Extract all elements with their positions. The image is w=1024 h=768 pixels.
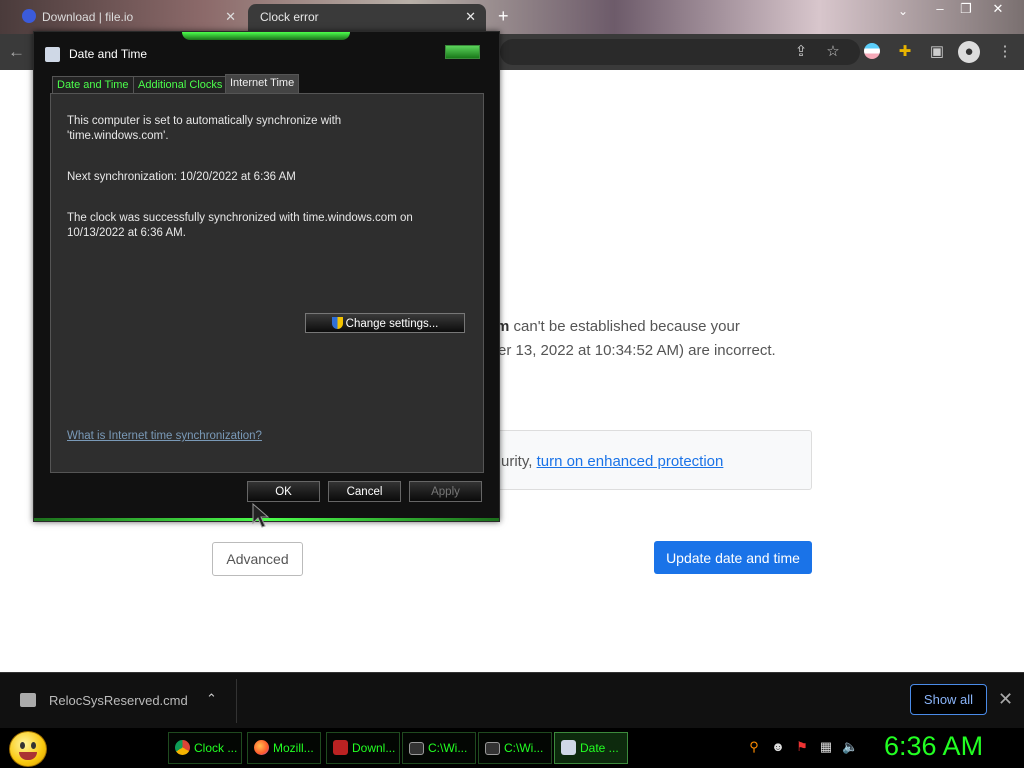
status-line-1: The clock was successfully synchronized … (67, 212, 413, 224)
taskbar-item-firefox[interactable]: Mozill... (247, 732, 321, 764)
ok-button[interactable]: OK (247, 481, 320, 502)
tab-clock-error[interactable]: Clock error ✕ (248, 4, 486, 34)
datetime-icon (45, 47, 60, 62)
show-all-button[interactable]: Show all (910, 684, 987, 715)
internet-time-panel: This computer is set to automatically sy… (50, 93, 484, 473)
taskbar: Clock ... Mozill... Downl... C:\Wi... C:… (0, 728, 1024, 768)
tab-label: Download | file.io (42, 10, 134, 24)
change-settings-button[interactable]: Change settings... (305, 313, 465, 333)
volume-icon[interactable]: 🔈 (842, 739, 858, 755)
change-settings-label: Change settings... (345, 317, 439, 330)
sync-status-text: The clock was successfully synchronized … (67, 211, 413, 241)
next-sync-text: Next synchronization: 10/20/2022 at 6:36… (67, 171, 296, 183)
puzzle-extensions-icon[interactable]: ✚ (896, 43, 914, 61)
taskbar-label: C:\Wi... (504, 741, 544, 755)
taskbar-item-date-time[interactable]: Date ... (554, 732, 628, 764)
chat-icon[interactable]: ☻ (770, 739, 786, 755)
taskbar-clock[interactable]: 6:36 AM (884, 731, 983, 762)
error-text-line-1: m can't be established because your (496, 318, 740, 335)
close-icon[interactable]: ✕ (998, 689, 1013, 710)
taskbar-item-cmd-2[interactable]: C:\Wi... (478, 732, 552, 764)
sidepanel-icon[interactable]: ▣ (928, 43, 946, 61)
tab-search-chevron-icon[interactable]: ⌄ (898, 4, 908, 18)
enhanced-protection-text: urity, turn on enhanced protection (501, 453, 723, 470)
tab-label: Clock error (260, 10, 319, 24)
advanced-button[interactable]: Advanced (212, 542, 303, 576)
chevron-up-icon[interactable]: ⌃ (206, 691, 217, 707)
tab-date-and-time[interactable]: Date and Time (52, 76, 134, 94)
update-date-time-button[interactable]: Update date and time (654, 541, 812, 574)
enhanced-protection-box: urity, turn on enhanced protection (470, 430, 812, 490)
error-text-line-2: er 13, 2022 at 10:34:52 AM) are incorrec… (498, 342, 776, 359)
mouse-cursor-icon (252, 503, 270, 528)
date-time-dialog: Date and Time Date and Time Additional C… (33, 31, 500, 522)
taskbar-label: Date ... (580, 741, 619, 755)
download-bar: RelocSysReserved.cmd ⌃ Show all ✕ (0, 672, 1024, 729)
divider (236, 679, 237, 723)
profile-avatar-icon[interactable]: ● (958, 41, 980, 63)
cmd-icon (409, 742, 424, 755)
uac-shield-icon (331, 316, 343, 329)
status-line-2: 10/13/2022 at 6:36 AM. (67, 227, 186, 239)
start-smiley-icon[interactable] (9, 731, 47, 767)
network-icon[interactable]: ▦ (818, 739, 834, 755)
title-glow-decoration (182, 32, 350, 40)
taskbar-item-download[interactable]: Downl... (326, 732, 400, 764)
sync-setting-text: This computer is set to automatically sy… (67, 114, 341, 144)
tab-download-fileio[interactable]: Download | file.io ✕ (10, 4, 246, 34)
sync-line-1: This computer is set to automatically sy… (67, 115, 342, 127)
enhanced-protection-link[interactable]: turn on enhanced protection (537, 453, 724, 470)
download-file-name[interactable]: RelocSysReserved.cmd (49, 693, 188, 708)
cmd-icon (485, 742, 500, 755)
restore-icon[interactable]: ❐ (952, 0, 980, 18)
back-arrow-icon[interactable]: ← (8, 42, 25, 62)
action-center-flag-icon[interactable]: ⚑ (794, 739, 810, 755)
download-icon (333, 740, 348, 755)
search-icon[interactable]: ⚲ (746, 739, 762, 755)
taskbar-label: C:\Wi... (428, 741, 468, 755)
dialog-title: Date and Time (69, 47, 148, 61)
chrome-icon (175, 740, 190, 755)
firefox-icon (254, 740, 269, 755)
fileio-favicon-icon (22, 9, 36, 23)
sync-line-2: 'time.windows.com'. (67, 130, 169, 142)
taskbar-label: Downl... (352, 741, 396, 755)
extension-flag-icon[interactable] (864, 43, 882, 61)
new-tab-button[interactable]: + (498, 6, 509, 27)
taskbar-item-cmd-1[interactable]: C:\Wi... (402, 732, 476, 764)
cmd-file-icon (20, 693, 36, 707)
enhanced-prefix: urity, (501, 453, 537, 470)
share-icon[interactable]: ⇪ (792, 43, 810, 61)
datetime-icon (561, 740, 576, 755)
tab-additional-clocks[interactable]: Additional Clocks (133, 76, 228, 94)
taskbar-label: Clock ... (194, 741, 238, 755)
error-text-rest: can't be established because your (509, 318, 740, 335)
apply-button[interactable]: Apply (409, 481, 482, 502)
tab-internet-time[interactable]: Internet Time (225, 74, 300, 94)
taskbar-label: Mozill... (273, 741, 314, 755)
menu-kebab-icon[interactable]: ⋮ (996, 43, 1014, 61)
close-tab-icon[interactable]: ✕ (225, 4, 236, 30)
minimize-icon[interactable]: – (926, 0, 954, 18)
bookmark-star-icon[interactable]: ☆ (824, 43, 842, 61)
taskbar-item-chrome[interactable]: Clock ... (168, 732, 242, 764)
internet-time-help-link[interactable]: What is Internet time synchronization? (67, 430, 262, 442)
close-tab-icon[interactable]: ✕ (465, 4, 476, 30)
close-window-icon[interactable]: ✕ (984, 0, 1012, 18)
browser-tab-strip: Download | file.io ✕ Clock error ✕ + ⌄ –… (0, 0, 1024, 34)
close-button[interactable] (445, 45, 480, 59)
cancel-button[interactable]: Cancel (328, 481, 401, 502)
